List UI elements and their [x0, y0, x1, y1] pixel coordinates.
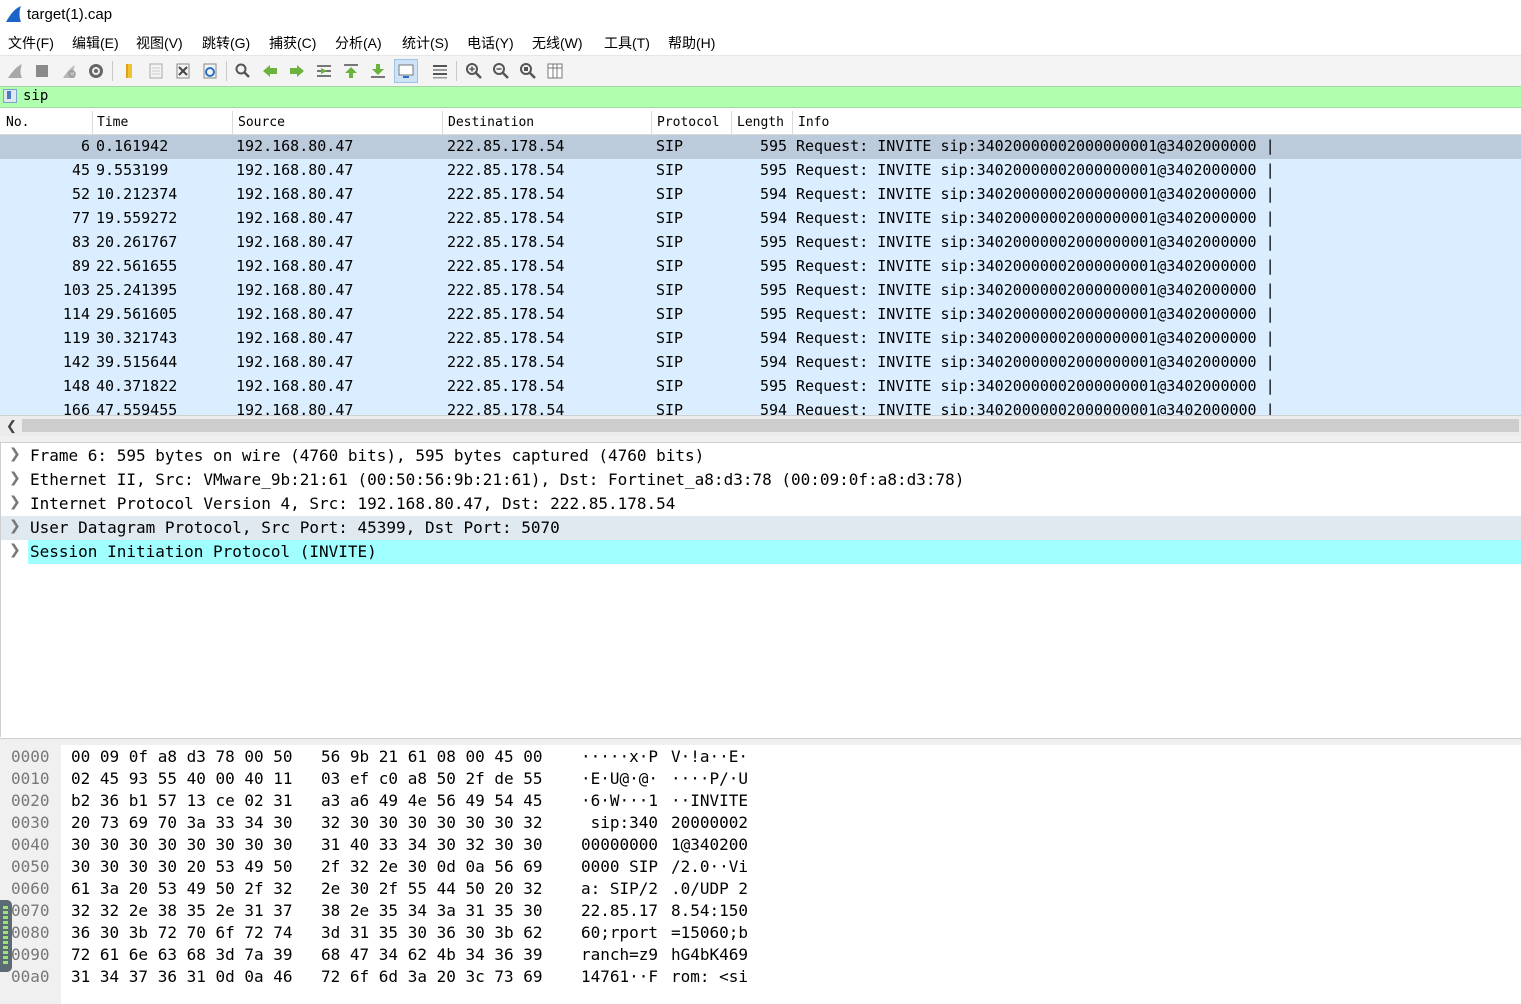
column-source[interactable]: Source — [238, 115, 285, 130]
menu-capture[interactable]: 捕获(C) — [269, 33, 316, 53]
scrollbar-thumb[interactable] — [22, 419, 1519, 432]
packet-row[interactable]: 166 47.559455 192.168.80.47 222.85.178.5… — [0, 399, 1521, 415]
go-forward-icon[interactable] — [286, 60, 308, 82]
window-title: target(1).cap — [27, 6, 113, 23]
shark-start-icon[interactable] — [4, 60, 26, 82]
wireshark-fin-icon — [6, 6, 21, 22]
go-to-packet-icon[interactable] — [313, 60, 335, 82]
bytes-row[interactable]: 0090 72 61 6e 63 68 3d 7a 39 68 47 34 62 4… — [0, 944, 1521, 966]
packet-details-pane: ❯ Frame 6: 595 bytes on wire (4760 bits)… — [0, 443, 1521, 737]
menu-help[interactable]: 帮助(H) — [668, 33, 715, 53]
menu-analyze[interactable]: 分析(A) — [335, 33, 382, 53]
packet-row[interactable]: 114 29.561605 192.168.80.47 222.85.178.5… — [0, 303, 1521, 327]
packet-row[interactable]: 83 20.261767 192.168.80.47 222.85.178.54… — [0, 231, 1521, 255]
packet-list[interactable]: 6 0.161942 192.168.80.47 222.85.178.54 S… — [0, 135, 1521, 415]
side-dock-handle[interactable] — [0, 900, 12, 972]
bytes-row[interactable]: 0070 32 32 2e 38 35 2e 31 37 38 2e 35 34 3… — [0, 900, 1521, 922]
packet-row[interactable]: 148 40.371822 192.168.80.47 222.85.178.5… — [0, 375, 1521, 399]
save-file-icon[interactable] — [145, 60, 167, 82]
menu-wireless[interactable]: 无线(W) — [532, 33, 583, 53]
options-gear-icon[interactable] — [85, 60, 107, 82]
open-folder-icon[interactable] — [118, 60, 140, 82]
menu-edit[interactable]: 编辑(E) — [72, 33, 119, 53]
packet-bytes-pane: 0000 00 09 0f a8 d3 78 00 50 56 9b 21 61 0… — [0, 745, 1521, 1004]
menu-statistics[interactable]: 统计(S) — [402, 33, 449, 53]
bytes-row[interactable]: 0030 20 73 69 70 3a 33 34 30 32 30 30 30 3… — [0, 812, 1521, 834]
column-no[interactable]: No. — [6, 115, 29, 130]
column-time[interactable]: Time — [97, 115, 128, 130]
bookmark-icon[interactable] — [3, 89, 17, 103]
column-protocol[interactable]: Protocol — [657, 115, 720, 130]
bytes-row[interactable]: 0060 61 3a 20 53 49 50 2f 32 2e 30 2f 55 4… — [0, 878, 1521, 900]
menu-telephony[interactable]: 电话(Y) — [467, 33, 514, 53]
column-length[interactable]: Length — [737, 115, 784, 130]
packet-row[interactable]: 103 25.241395 192.168.80.47 222.85.178.5… — [0, 279, 1521, 303]
chevron-right-icon[interactable]: ❯ — [9, 446, 21, 462]
column-destination[interactable]: Destination — [448, 115, 534, 130]
column-info[interactable]: Info — [798, 115, 829, 130]
title-bar: target(1).cap — [0, 0, 1521, 30]
display-filter-input[interactable]: sip — [23, 88, 48, 104]
display-filter-bar[interactable]: sip — [0, 86, 1521, 108]
autoscroll-icon[interactable] — [394, 59, 418, 83]
menu-bar: 文件(F) 编辑(E) 视图(V) 跳转(G) 捕获(C) 分析(A) 统计(S… — [0, 30, 1521, 54]
main-toolbar — [0, 55, 1521, 88]
menu-go[interactable]: 跳转(G) — [202, 33, 250, 53]
packet-row[interactable]: 119 30.321743 192.168.80.47 222.85.178.5… — [0, 327, 1521, 351]
detail-udp[interactable]: ❯ User Datagram Protocol, Src Port: 4539… — [1, 516, 1521, 540]
packet-row[interactable]: 52 10.212374 192.168.80.47 222.85.178.54… — [0, 183, 1521, 207]
find-icon[interactable] — [232, 60, 254, 82]
bytes-row[interactable]: 0010 02 45 93 55 40 00 40 11 03 ef c0 a8 5… — [0, 768, 1521, 790]
bytes-row[interactable]: 0050 30 30 30 30 20 53 49 50 2f 32 2e 30 0… — [0, 856, 1521, 878]
menu-file[interactable]: 文件(F) — [8, 33, 54, 53]
packet-row[interactable]: 77 19.559272 192.168.80.47 222.85.178.54… — [0, 207, 1521, 231]
bytes-row[interactable]: 0080 36 30 3b 72 70 6f 72 74 3d 31 35 30 3… — [0, 922, 1521, 944]
menu-tools[interactable]: 工具(T) — [604, 33, 650, 53]
bytes-row[interactable]: 0040 30 30 30 30 30 30 30 30 31 40 33 34 3… — [0, 834, 1521, 856]
packet-list-hscrollbar[interactable]: ❮ — [0, 415, 1521, 437]
chevron-right-icon[interactable]: ❯ — [9, 470, 21, 486]
restart-icon[interactable] — [58, 60, 80, 82]
chevron-right-icon[interactable]: ❯ — [9, 494, 21, 510]
detail-ethernet[interactable]: ❯ Ethernet II, Src: VMware_9b:21:61 (00:… — [1, 468, 1521, 492]
reload-icon[interactable] — [199, 60, 221, 82]
chevron-right-icon[interactable]: ❯ — [9, 542, 21, 558]
menu-view[interactable]: 视图(V) — [136, 33, 183, 53]
chevron-right-icon[interactable]: ❯ — [9, 518, 21, 534]
packet-list-header: No. Time Source Destination Protocol Len… — [0, 111, 1521, 135]
last-packet-icon[interactable] — [367, 60, 389, 82]
packet-row[interactable]: 142 39.515644 192.168.80.47 222.85.178.5… — [0, 351, 1521, 375]
pane-splitter[interactable] — [0, 436, 1521, 443]
scroll-left-icon[interactable]: ❮ — [6, 418, 17, 434]
bytes-row[interactable]: 00a0 31 34 37 36 31 0d 0a 46 72 6f 6d 3a 2… — [0, 966, 1521, 988]
detail-sip[interactable]: ❯ Session Initiation Protocol (INVITE) — [1, 540, 1521, 564]
zoom-normal-icon[interactable] — [517, 60, 539, 82]
zoom-in-icon[interactable] — [463, 60, 485, 82]
packet-row[interactable]: 45 9.553199 192.168.80.47 222.85.178.54 … — [0, 159, 1521, 183]
packet-row[interactable]: 6 0.161942 192.168.80.47 222.85.178.54 S… — [0, 135, 1521, 159]
stop-icon[interactable] — [31, 60, 53, 82]
detail-ipv4[interactable]: ❯ Internet Protocol Version 4, Src: 192.… — [1, 492, 1521, 516]
bytes-row[interactable]: 0020 b2 36 b1 57 13 ce 02 31 a3 a6 49 4e 5… — [0, 790, 1521, 812]
packet-row[interactable]: 89 22.561655 192.168.80.47 222.85.178.54… — [0, 255, 1521, 279]
colorize-icon[interactable] — [429, 60, 451, 82]
first-packet-icon[interactable] — [340, 60, 362, 82]
go-back-icon[interactable] — [259, 60, 281, 82]
close-file-icon[interactable] — [172, 60, 194, 82]
zoom-out-icon[interactable] — [490, 60, 512, 82]
resize-columns-icon[interactable] — [544, 60, 566, 82]
bytes-row[interactable]: 0000 00 09 0f a8 d3 78 00 50 56 9b 21 61 0… — [0, 746, 1521, 768]
detail-frame[interactable]: ❯ Frame 6: 595 bytes on wire (4760 bits)… — [1, 444, 1521, 468]
